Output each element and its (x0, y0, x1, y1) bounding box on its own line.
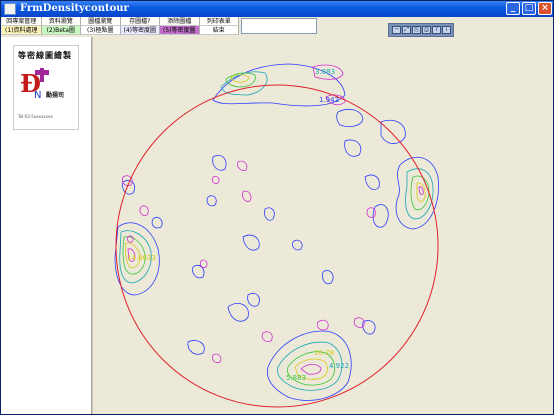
contour-line (242, 234, 260, 251)
contour-line (242, 190, 252, 202)
contour-label: 4.922 (329, 362, 349, 370)
contour-line (380, 119, 406, 144)
minimize-button[interactable]: _ (506, 2, 520, 15)
svg-text:N: N (34, 90, 41, 100)
contour-line (364, 174, 380, 190)
plot-area: 3.883 1.942 14.0633 10.78 5.883 4.922 (93, 37, 553, 414)
contour-line (212, 154, 227, 171)
maximize-button[interactable]: □ (522, 2, 536, 15)
menu-exit[interactable]: 結束 (199, 26, 239, 35)
contour-label: 5.883 (286, 374, 306, 382)
contour-line (227, 303, 249, 322)
left-panel: 等密線圖繪製 Đ N 勵揚司 Tel:03-5xxxxxxxx (1, 37, 91, 414)
menu-browse-data[interactable]: 資料瀏覽 (41, 17, 81, 26)
logo-title: 等密線圖繪製 (18, 51, 72, 60)
menu-save-image[interactable]: 存圖檔? (120, 17, 160, 26)
line-icon[interactable]: ─ (392, 26, 401, 34)
info-icon[interactable]: i (442, 26, 451, 34)
contour-label: 14.0633 (127, 254, 156, 262)
contour-line (372, 204, 389, 228)
contour-line (264, 207, 275, 221)
contour-line (261, 331, 273, 342)
close-button[interactable]: × (538, 2, 552, 15)
contour-line (237, 160, 248, 171)
contour-label: 3.883 (315, 68, 335, 76)
logo-small-text: Tel:03-5xxxxxxxx (18, 114, 53, 119)
contour-line (211, 176, 220, 184)
contour-line (206, 195, 217, 207)
menu-data-processing[interactable]: (1)資料處理 (2, 26, 42, 35)
contour-line (247, 292, 260, 307)
graph-toolbar: ─ ⤢ ⎘ ⎙ ? i (388, 23, 454, 37)
contour-line (322, 270, 334, 285)
menu-grid: 回專案管理 資料瀏覽 圖檔瀏覽 存圖檔? 添除圖檔 列印表單 (1)資料處理 (… (2, 17, 239, 35)
contour-line (212, 353, 222, 363)
contour-line (139, 205, 149, 216)
contour-line (151, 216, 163, 229)
menu-density-plot-4[interactable]: (4)等密度圖 (120, 26, 160, 35)
menu-browse-images[interactable]: 圖檔瀏覽 (81, 17, 121, 26)
density-contour-window: FrmDensitycontour _ □ × 回專案管理 資料瀏覽 圖檔瀏覽 … (0, 0, 554, 415)
menu-beta-plot[interactable]: (2)Beta圖 (41, 26, 81, 35)
contour-label: 1.942 (319, 96, 339, 104)
contour-line (187, 340, 205, 355)
product-logo: 等密線圖繪製 Đ N 勵揚司 Tel:03-5xxxxxxxx (13, 45, 79, 130)
contour-line (366, 207, 376, 218)
menu-density-plot-5[interactable]: (5)等密度圖 (160, 26, 200, 35)
contour-line (418, 186, 424, 195)
help-icon[interactable]: ? (432, 26, 441, 34)
menu-pole-plot[interactable]: (3)極點圖 (81, 26, 121, 35)
command-input[interactable] (241, 18, 317, 34)
contour-line (336, 108, 364, 127)
print-icon[interactable]: ⎙ (422, 26, 431, 34)
stereonet-plot: 3.883 1.942 14.0633 10.78 5.883 4.922 (114, 63, 439, 408)
title-bar[interactable]: FrmDensitycontour _ □ × (1, 1, 553, 17)
menu-print-form[interactable]: 列印表單 (199, 17, 239, 26)
contour-line (199, 259, 208, 268)
stereonet-circle (115, 84, 439, 408)
app-icon (4, 3, 16, 15)
logo-company: 勵揚司 (46, 92, 65, 99)
contour-line (416, 182, 426, 202)
zoom-icon[interactable]: ⤢ (402, 26, 411, 34)
copy-icon[interactable]: ⎘ (412, 26, 421, 34)
window-title: FrmDensitycontour (20, 3, 129, 14)
menu-project-management[interactable]: 回專案管理 (2, 17, 42, 26)
contour-label: 10.78 (314, 349, 334, 357)
menu-delete-image[interactable]: 添除圖檔 (160, 17, 200, 26)
contour-line (230, 74, 250, 83)
contour-line (300, 363, 322, 375)
contour-line (316, 319, 329, 331)
contour-line (344, 139, 362, 157)
contour-line (292, 239, 303, 251)
